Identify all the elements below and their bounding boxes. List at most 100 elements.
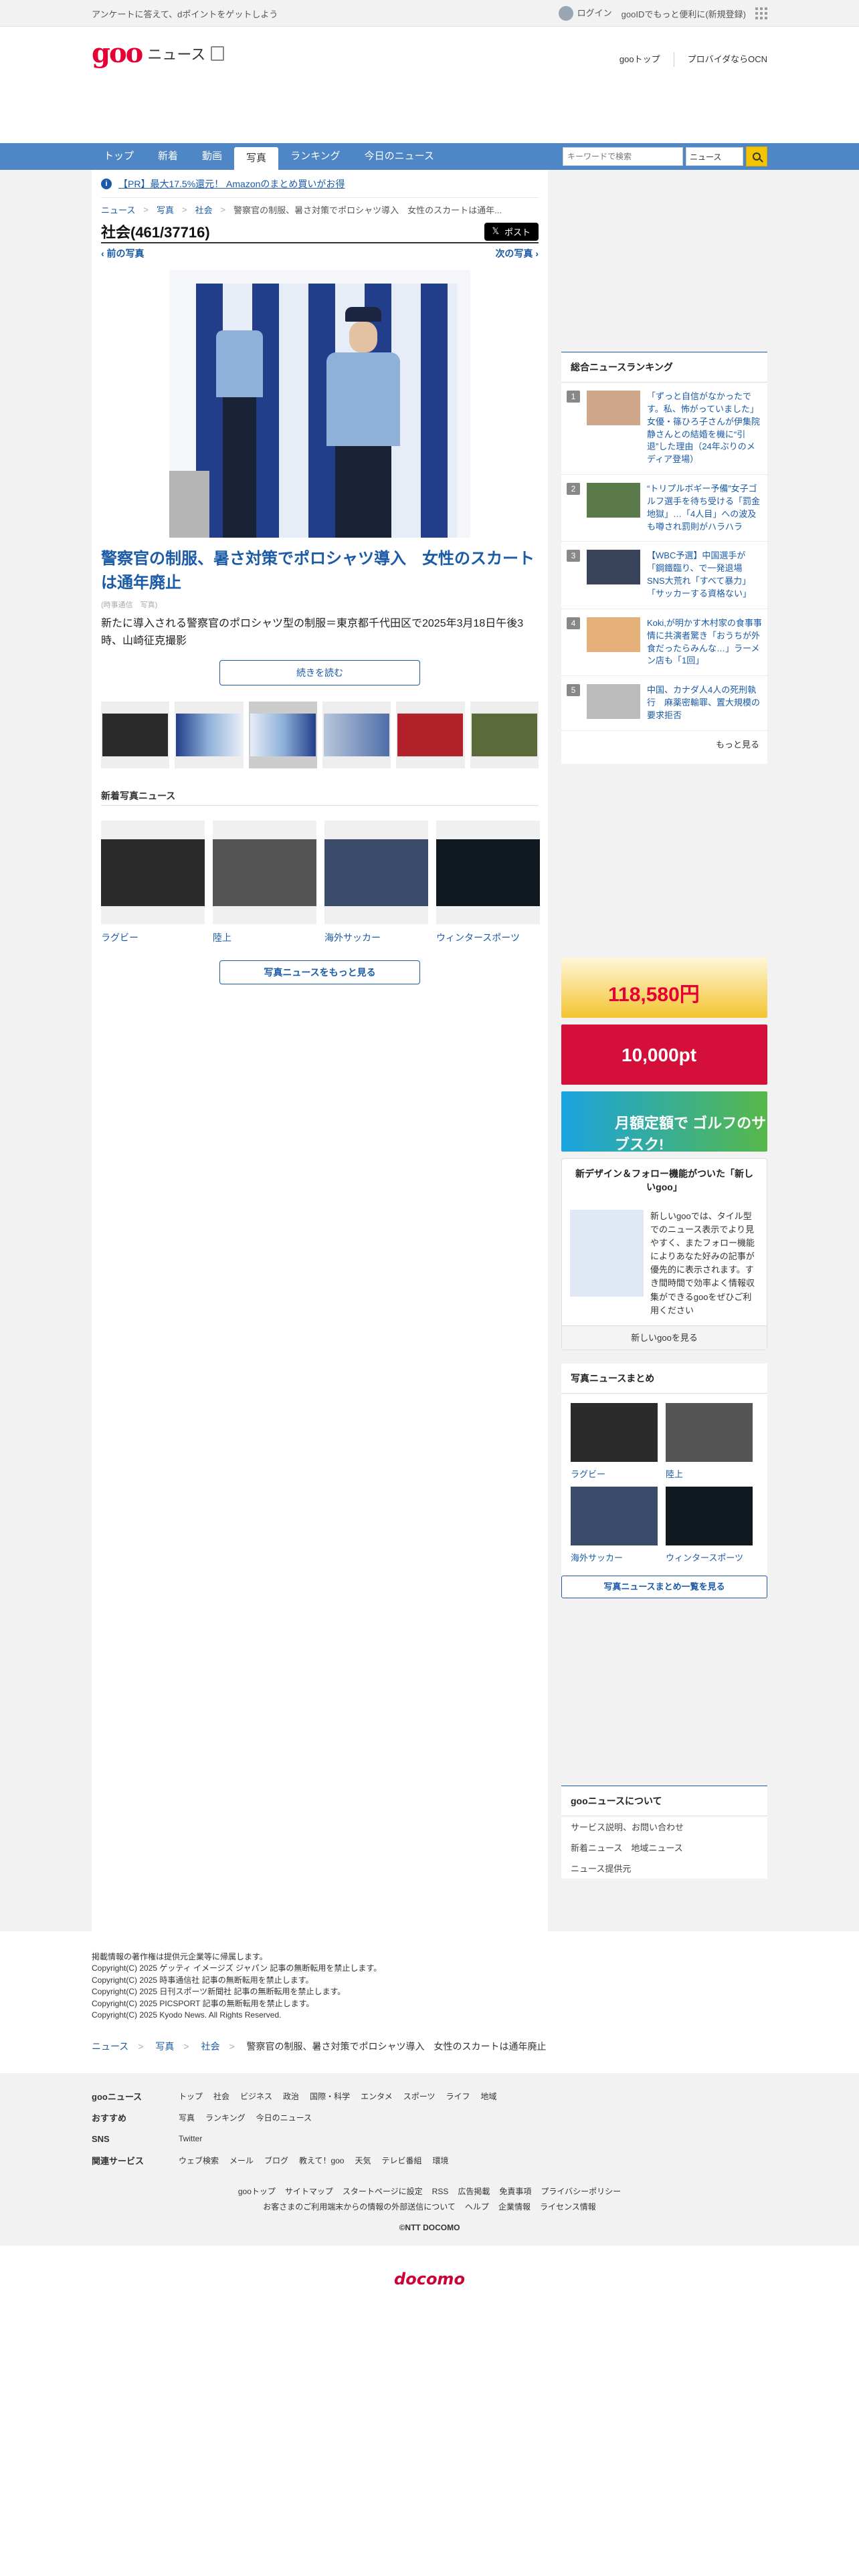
footer-link[interactable]: プライバシーポリシー [541,2187,621,2196]
new-goo-button[interactable]: 新しいgooを見る [562,1325,767,1350]
about-link[interactable]: ニュース提供元 [561,1858,767,1879]
prev-photo-link[interactable]: ‹ 前の写真 [101,247,145,260]
footer-link[interactable]: 環境 [433,2155,449,2166]
read-more-button[interactable]: 続きを読む [219,660,420,686]
footer-link[interactable]: 教えて！goo [299,2155,344,2166]
crumb-photo[interactable]: 写真 [157,203,174,216]
footer-link[interactable]: エンタメ [361,2090,393,2102]
next-photo-link[interactable]: 次の写真 › [495,247,539,260]
apps-grid-icon[interactable] [755,7,767,19]
ranking-item[interactable]: 4 Koki,が明かす木村家の食事事情に共演者驚き「おうちが外食だったらみんな…」… [561,609,767,677]
footer-link[interactable]: 地域 [481,2090,497,2102]
footer-link[interactable]: 写真 [179,2112,195,2123]
main-photo[interactable] [169,270,470,538]
nav-tab[interactable]: ランキング [278,143,353,170]
footer-link[interactable]: ウェブ検索 [179,2155,219,2166]
footer-link[interactable]: ブログ [264,2155,288,2166]
thumbnail[interactable] [175,702,244,769]
ad-banner[interactable]: 10,000pt [561,1024,767,1085]
ranking-item[interactable]: 1 「ずっと自信がなかったです。私、怖がっていました」女優・篠ひろ子さんが伊集院静… [561,383,767,475]
thumbnail[interactable] [396,702,465,769]
nav-tab[interactable]: 動画 [190,143,234,170]
summary-list-button[interactable]: 写真ニュースまとめ一覧を見る [561,1575,767,1598]
search-scope-select[interactable]: ニュース [686,147,743,166]
docomo-logo[interactable]: docomo [0,2246,859,2288]
footer-link[interactable]: gooトップ [238,2187,276,2196]
footer-link[interactable]: 天気 [355,2155,371,2166]
search-button[interactable] [746,146,767,167]
footer-link[interactable]: RSS [432,2187,449,2196]
footer-link[interactable]: 国際・科学 [310,2090,350,2102]
new-goo-image [570,1209,644,1297]
crumb-photo[interactable]: 写真 [155,2041,174,2052]
crumb-news[interactable]: ニュース [92,2041,128,2052]
ad-banner[interactable]: 月額定額で ゴルフのサブスク! [561,1091,767,1152]
ranking-item[interactable]: 2 “トリプルボギー予備”女子ゴルフ選手を待ち受ける「罰金地獄」…「4人目」への波… [561,475,767,542]
footer-link[interactable]: ライセンス情報 [540,2202,596,2212]
article-headline[interactable]: 警察官の制服、暑さ対策でポロシャツ導入 女性のスカートは通年廃止 [101,547,539,595]
nav-tab[interactable]: 新着 [146,143,190,170]
footer-link[interactable]: ビジネス [240,2090,272,2102]
ranking-item[interactable]: 3 【WBC予選】中国選手が「鋼鐵臨り、で一発退場 SNS大荒れ「すべて暴力」「サ… [561,542,767,609]
footer-link[interactable]: テレビ番組 [381,2155,421,2166]
thumbnail[interactable] [470,702,539,769]
thumbnail[interactable] [322,702,391,769]
footer-link[interactable]: お客さまのご利用端末からの情報の外部送信について [263,2202,456,2212]
footer-link[interactable]: ヘルプ [465,2202,489,2212]
search-input[interactable] [563,147,683,166]
survey-link[interactable]: アンケートに答えて、dポイントをゲットしよう [92,7,278,20]
footer-link[interactable]: 広告掲載 [458,2187,490,2196]
crumb-society[interactable]: 社会 [201,2041,219,2052]
copyright-line: 掲載情報の著作権は提供元企業等に帰属します。 [92,1952,268,1961]
gallery-title: 社会(461/37716) [101,224,210,241]
copyright-line: Copyright(C) 2025 日刊スポーツ新聞社 記事の無断転用を禁止しま… [92,1987,346,1997]
summary-card[interactable]: ウィンタースポーツ [666,1486,753,1564]
section-name: ニュース [147,46,206,63]
footer-link[interactable]: スタートページに設定 [343,2187,423,2196]
about-link[interactable]: 新着ニュース 地域ニュース [561,1837,767,1858]
summary-card[interactable]: 海外サッカー [571,1486,658,1564]
photo-card[interactable]: ウィンタースポーツ [436,821,540,944]
nav-tab[interactable]: トップ [92,143,146,170]
photo-card[interactable]: ラグビー [101,821,205,944]
footer-link[interactable]: メール [229,2155,254,2166]
x-share-button[interactable]: 𝕏 ポスト [484,222,539,241]
footer-link[interactable]: スポーツ [403,2090,436,2102]
footer-link[interactable]: トップ [179,2090,203,2102]
goo-news-logo[interactable]: goo ニュース [92,40,225,67]
login-link[interactable]: ログイン [558,6,612,21]
footer-link[interactable]: ライフ [446,2090,470,2102]
ranking-item[interactable]: 5 中国、カナダ人4人の死刑執行 麻薬密輸罪、置大規模の要求拒否 [561,676,767,731]
footer-link[interactable]: サイトマップ [285,2187,333,2196]
photo-card[interactable]: 陸上 [213,821,316,944]
about-link[interactable]: サービス説明、お問い合わせ [561,1816,767,1837]
photo-thumbnails [101,702,539,769]
nav-tab[interactable]: 今日のニュース [353,143,446,170]
rank-number: 1 [567,391,580,403]
pr-banner[interactable]: i 【PR】最大17.5%還元！ Amazonのまとめ買いがお得 [101,170,539,198]
footer-link[interactable]: 社会 [213,2090,229,2102]
register-link[interactable]: gooIDでもっと便利に(新規登録) [622,7,746,20]
footer-link[interactable]: ランキング [205,2112,246,2123]
crumb-news[interactable]: ニュース [101,203,135,216]
photo-caption: 新たに導入される警察官のポロシャツ型の制服＝東京都千代田区で2025年3月18日… [101,618,524,647]
footer-link[interactable]: 免責事項 [499,2187,531,2196]
footer-link[interactable]: 今日のニュース [256,2112,312,2123]
more-photo-news-button[interactable]: 写真ニュースをもっと見る [219,960,420,985]
ranking-more-link[interactable]: もっと見る [561,731,767,757]
ad-banner[interactable]: 118,580円 [561,957,767,1018]
goo-top-link[interactable]: gooトップ [619,52,660,67]
ocn-link[interactable]: プロバイダならOCN [673,52,767,67]
crumb-society[interactable]: 社会 [195,203,213,216]
thumbnail[interactable] [101,702,170,769]
footer-link[interactable]: 企業情報 [498,2202,531,2212]
nav-tab[interactable]: 写真 [234,147,279,170]
ranking-thumbnail [587,391,640,425]
summary-card[interactable]: 陸上 [666,1402,753,1480]
photo-card[interactable]: 海外サッカー [324,821,428,944]
footer-link[interactable]: Twitter [179,2134,202,2143]
footer-link[interactable]: 政治 [283,2090,299,2102]
crumb-current: 警察官の制服、暑さ対策でポロシャツ導入 女性のスカートは通年廃止 [246,2041,547,2052]
thumbnail-selected[interactable] [248,702,317,769]
summary-card[interactable]: ラグビー [571,1402,658,1480]
